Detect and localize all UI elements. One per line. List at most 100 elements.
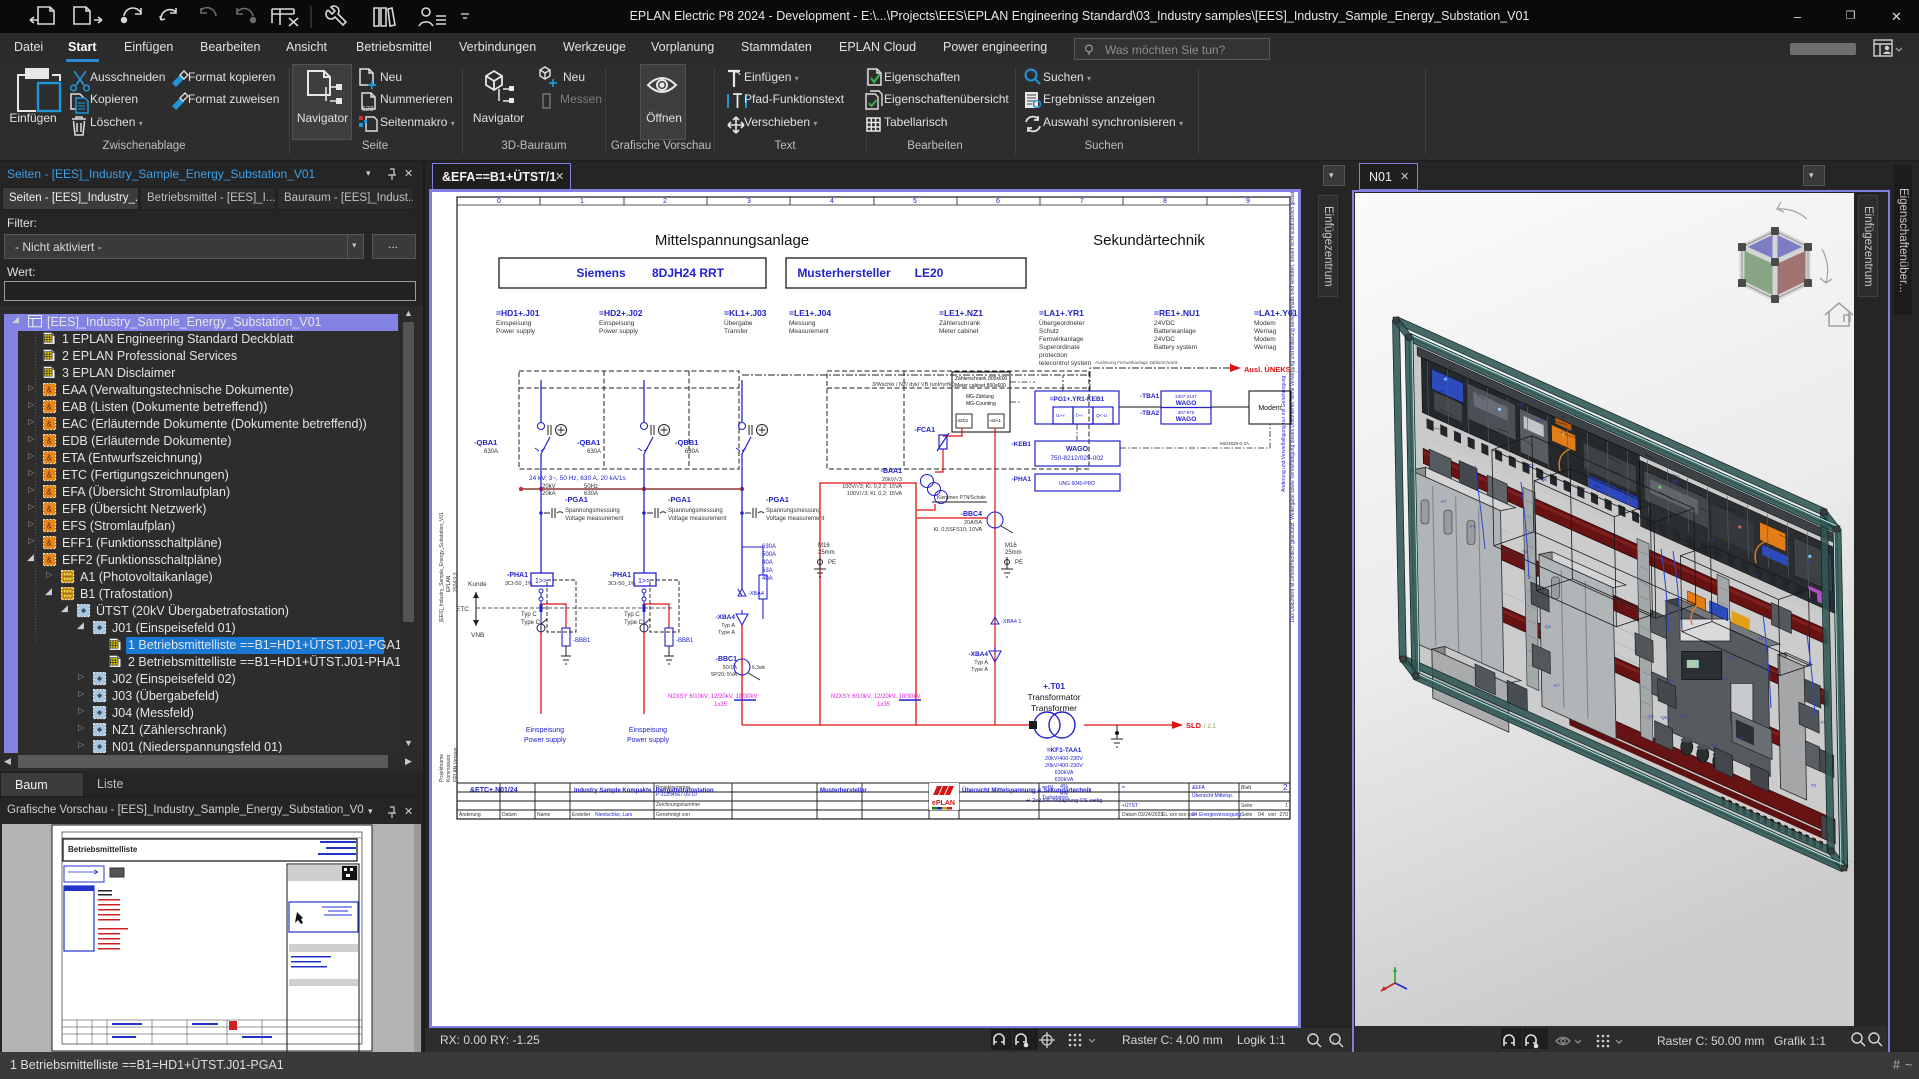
svg-text:24VDC: 24VDC bbox=[1154, 320, 1175, 327]
svg-text:Battery system: Battery system bbox=[1154, 344, 1197, 351]
svg-text:N2XSY 6/10kV, 12/20kV, 18/30kV: N2XSY 6/10kV, 12/20kV, 18/30kV bbox=[668, 694, 758, 700]
svg-text:Kunde: Kunde bbox=[468, 581, 487, 588]
svg-text:Einspeisung: Einspeisung bbox=[629, 727, 667, 734]
svg-text:MG-Counting: MG-Counting bbox=[966, 401, 996, 407]
svg-text:1>>: 1>> bbox=[638, 578, 650, 585]
svg-text:3/Wschki / NZ/ dyk/ VB (unt/ry: 3/Wschki / NZ/ dyk/ VB (unt/ryrfkt) bbox=[872, 382, 955, 388]
svg-text:630kVA: 630kVA bbox=[1055, 777, 1074, 783]
svg-text:-F1: -F1 bbox=[1560, 430, 1567, 435]
svg-text:Messung: Messung bbox=[789, 320, 816, 327]
svg-text:25mm: 25mm bbox=[1005, 550, 1022, 556]
svg-text:9: 9 bbox=[1246, 198, 1250, 205]
svg-text:Übergabe: Übergabe bbox=[724, 319, 753, 327]
svg-text:Voltage measurement: Voltage measurement bbox=[668, 516, 727, 522]
svg-text:Musterhersteller: Musterhersteller bbox=[797, 266, 891, 280]
svg-text:6: 6 bbox=[996, 198, 1000, 205]
svg-text:ePLAN: ePLAN bbox=[932, 800, 955, 807]
svg-text:Auslösung Fernwirkanlage Zähle: Auslösung Fernwirkanlage Zählerschrank bbox=[1095, 360, 1179, 365]
svg-text:Zählerschrank: Zählerschrank bbox=[939, 320, 981, 327]
svg-text:270: 270 bbox=[1280, 812, 1289, 818]
svg-text:2307-2147: 2307-2147 bbox=[1175, 394, 1197, 399]
svg-text:PE: PE bbox=[828, 560, 836, 566]
svg-text:Projektname: Projektname bbox=[439, 754, 445, 782]
svg-text:WAGO: WAGO bbox=[1176, 416, 1197, 423]
svg-text:Wemag: Wemag bbox=[1254, 328, 1277, 335]
svg-text:Übersicht Mittelsp.: Übersicht Mittelsp. bbox=[1192, 792, 1233, 799]
svg-text:Power supply: Power supply bbox=[496, 328, 536, 335]
svg-text:Meter cabinet: Meter cabinet bbox=[939, 328, 979, 335]
svg-text:↕: ↕ bbox=[1332, 1039, 1335, 1045]
svg-text:WAGO: WAGO bbox=[1176, 400, 1197, 407]
svg-text:1: 1 bbox=[1285, 803, 1288, 809]
svg-text:-QBA1: -QBA1 bbox=[474, 438, 497, 447]
svg-text:Nientschke, Lars: Nientschke, Lars bbox=[595, 812, 633, 818]
svg-text:=KF1-TAA1: =KF1-TAA1 bbox=[1047, 747, 1082, 754]
svg-text:Power supply: Power supply bbox=[627, 737, 670, 744]
svg-text:5: 5 bbox=[913, 198, 917, 205]
svg-text:24 kV, 3~, 50 Hz, 630 A, 20 kA: 24 kV, 3~, 50 Hz, 630 A, 20 kA/1s bbox=[529, 475, 627, 482]
svg-text:Spannungsmessung: Spannungsmessung bbox=[766, 508, 821, 514]
svg-text:Transfer: Transfer bbox=[724, 328, 749, 335]
svg-text:8DJH24 RRT: 8DJH24 RRT bbox=[652, 266, 725, 280]
svg-text:-T7: -T7 bbox=[1751, 574, 1758, 579]
svg-text:Modem: Modem bbox=[1254, 320, 1276, 327]
svg-text:/ 2.1: / 2.1 bbox=[1204, 724, 1216, 730]
svg-text:-X2: -X2 bbox=[1806, 559, 1813, 564]
svg-text:123: 123 bbox=[362, 106, 374, 113]
svg-text:[EES]_Industry_Sample_Energy_S: [EES]_Industry_Sample_Energy_Substation_… bbox=[439, 512, 445, 622]
svg-text:-Q3: -Q3 bbox=[1721, 676, 1729, 681]
svg-text:1x35: 1x35 bbox=[877, 702, 891, 708]
svg-text:EPLAN Version: EPLAN Version bbox=[453, 747, 459, 782]
svg-text:Typ A: Typ A bbox=[721, 623, 735, 629]
svg-text:-T2: -T2 bbox=[1810, 783, 1817, 788]
svg-text:-K6: -K6 bbox=[1667, 678, 1674, 683]
svg-text:+ÜTST: +ÜTST bbox=[1122, 802, 1138, 809]
svg-text:Kommission: Kommission bbox=[446, 755, 452, 782]
svg-text:20kV/√3: 20kV/√3 bbox=[882, 476, 902, 483]
svg-text:LE20: LE20 bbox=[915, 266, 944, 280]
svg-text:M16: M16 bbox=[818, 543, 830, 549]
svg-text:EL xxx-xxx-xxx: EL xxx-xxx-xxx bbox=[1162, 812, 1196, 818]
svg-text:telecontrol system: telecontrol system bbox=[1039, 360, 1091, 367]
svg-text:3: 3 bbox=[747, 198, 751, 205]
svg-text:-43A1: -43A1 bbox=[989, 418, 1002, 423]
svg-text:=RE1+.NU1: =RE1+.NU1 bbox=[1154, 308, 1200, 318]
svg-text:-42D1: -42D1 bbox=[956, 418, 969, 423]
svg-text:-XBA4: -XBA4 bbox=[748, 591, 764, 597]
svg-text:04 Energieversorgung: 04 Energieversorgung bbox=[1192, 812, 1241, 818]
svg-text:20kV/400-230V: 20kV/400-230V bbox=[1045, 763, 1083, 769]
svg-text:MS/4829-0-2A: MS/4829-0-2A bbox=[1220, 441, 1249, 446]
svg-text:307-875: 307-875 bbox=[1178, 410, 1195, 415]
svg-text:Spannungsmessung: Spannungsmessung bbox=[668, 508, 723, 514]
svg-text:0: 0 bbox=[497, 198, 501, 205]
svg-text:MG-Zählung: MG-Zählung bbox=[966, 394, 994, 400]
svg-text:Typ C: Typ C bbox=[521, 612, 537, 618]
svg-text:-PGA1: -PGA1 bbox=[565, 495, 588, 504]
svg-text:-X1: -X1 bbox=[1727, 655, 1734, 660]
svg-text:Type A: Type A bbox=[718, 630, 735, 636]
svg-text:&EFA: &EFA bbox=[1192, 785, 1205, 791]
svg-text:20A/5A: 20A/5A bbox=[964, 520, 982, 526]
svg-text:Blatt: Blatt bbox=[1241, 785, 1252, 791]
svg-text:Anderung und Vervielfaltigung: Anderung und Vervielfaltigung nur mit Ge… bbox=[1281, 376, 1287, 492]
svg-text:Ausl. ÜNEKS: Ausl. ÜNEKS bbox=[1244, 365, 1291, 374]
svg-text:1>>: 1>> bbox=[535, 578, 547, 585]
svg-text:Kl. 0,5SFS10; 10VA: Kl. 0,5SFS10; 10VA bbox=[933, 527, 982, 533]
svg-text:20kA: 20kA bbox=[542, 491, 556, 497]
svg-text:-QBB1: -QBB1 bbox=[675, 438, 698, 447]
svg-text:Zählerschrank 800x600: Zählerschrank 800x600 bbox=[955, 376, 1007, 382]
svg-text:-PHA1: -PHA1 bbox=[1011, 476, 1031, 483]
svg-text:3Ct-50_1%: 3Ct-50_1% bbox=[505, 581, 533, 587]
svg-text:Superordinate: Superordinate bbox=[1039, 344, 1080, 351]
svg-text:Batterieanlage: Batterieanlage bbox=[1154, 328, 1196, 335]
svg-text:4: 4 bbox=[830, 198, 834, 205]
svg-text:Seite: Seite bbox=[1241, 812, 1253, 818]
svg-text:5P20; 5VA: 5P20; 5VA bbox=[711, 672, 737, 678]
svg-text:Übergeordneter: Übergeordneter bbox=[1039, 319, 1085, 327]
svg-text:-BBB1: -BBB1 bbox=[573, 638, 591, 644]
svg-text:-BBC1: -BBC1 bbox=[716, 656, 737, 663]
svg-text:24VDC: 24VDC bbox=[1154, 336, 1175, 343]
svg-text:630A: 630A bbox=[587, 449, 601, 455]
svg-text:-K9: -K9 bbox=[1737, 736, 1744, 741]
svg-text:8: 8 bbox=[1163, 198, 1167, 205]
